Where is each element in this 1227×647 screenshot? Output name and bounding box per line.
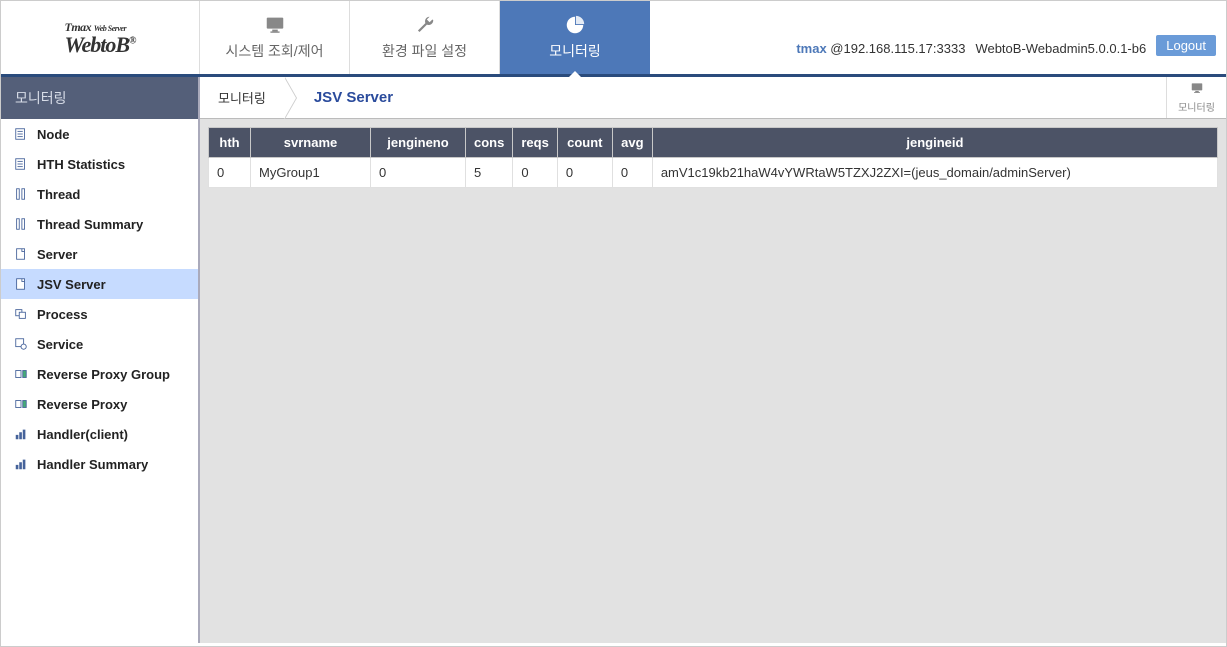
tab-monitoring-label: 모니터링 — [549, 41, 601, 61]
cell-jengineid: amV1c19kb21haW4vYWRtaW5TZXJ2ZXI=(jeus_do… — [652, 158, 1217, 188]
sidebar-item-thread-summary[interactable]: Thread Summary — [1, 209, 198, 239]
chart-icon — [13, 456, 29, 472]
chart-icon — [13, 426, 29, 442]
sidebar-item-label: JSV Server — [37, 277, 106, 292]
page-icon — [13, 276, 29, 292]
table-header-row: hth svrname jengineno cons reqs count av… — [209, 128, 1218, 158]
tab-system-label: 시스템 조회/제어 — [226, 41, 324, 61]
gear-icon — [13, 336, 29, 352]
col-hth: hth — [209, 128, 251, 158]
user-address: @192.168.115.17:3333 — [827, 41, 966, 56]
sidebar-item-node[interactable]: Node — [1, 119, 198, 149]
monitor-icon — [264, 14, 286, 36]
cell-avg: 0 — [612, 158, 652, 188]
main: 모니터링 JSV Server 모니터링 hth svrname jengine… — [200, 77, 1226, 643]
body: 모니터링 Node HTH Statistics Thread Thread S… — [1, 77, 1226, 643]
sidebar-item-reverse-proxy-group[interactable]: Reverse Proxy Group — [1, 359, 198, 389]
threads-icon — [13, 186, 29, 202]
header: Tmax Web Server WebtoB® 시스템 조회/제어 환경 파일 … — [1, 1, 1226, 77]
sidebar-item-label: Service — [37, 337, 83, 352]
sidebar-item-reverse-proxy[interactable]: Reverse Proxy — [1, 389, 198, 419]
sidebar-item-handler-summary[interactable]: Handler Summary — [1, 449, 198, 479]
top-tabs: 시스템 조회/제어 환경 파일 설정 모니터링 — [200, 1, 650, 74]
sidebar: 모니터링 Node HTH Statistics Thread Thread S… — [1, 77, 200, 643]
col-jengineno: jengineno — [371, 128, 466, 158]
stack-icon — [13, 306, 29, 322]
logo: Tmax Web Server WebtoB® — [1, 1, 200, 74]
sidebar-item-thread[interactable]: Thread — [1, 179, 198, 209]
logout-button[interactable]: Logout — [1156, 35, 1216, 56]
breadcrumb: 모니터링 JSV Server 모니터링 — [200, 77, 1226, 119]
cell-reqs: 0 — [513, 158, 557, 188]
sidebar-item-label: Thread Summary — [37, 217, 143, 232]
tab-config[interactable]: 환경 파일 설정 — [350, 1, 500, 74]
data-table: hth svrname jengineno cons reqs count av… — [208, 127, 1218, 188]
col-svrname: svrname — [251, 128, 371, 158]
sidebar-item-process[interactable]: Process — [1, 299, 198, 329]
sidebar-item-label: HTH Statistics — [37, 157, 125, 172]
monitor-icon — [1188, 81, 1206, 98]
doc-icon — [13, 126, 29, 142]
breadcrumb-monitor-label: 모니터링 — [1178, 99, 1215, 114]
sidebar-item-jsv-server[interactable]: JSV Server — [1, 269, 198, 299]
tab-system[interactable]: 시스템 조회/제어 — [200, 1, 350, 74]
proxy-icon — [13, 366, 29, 382]
wrench-icon — [414, 14, 436, 36]
sidebar-item-handler-client[interactable]: Handler(client) — [1, 419, 198, 449]
sidebar-item-label: Handler(client) — [37, 427, 128, 442]
tab-config-label: 환경 파일 설정 — [382, 41, 467, 61]
sidebar-title: 모니터링 — [1, 77, 198, 119]
sidebar-item-label: Node — [37, 127, 70, 142]
table-row[interactable]: 0 MyGroup1 0 5 0 0 0 amV1c19kb21haW4vYWR… — [209, 158, 1218, 188]
cell-hth: 0 — [209, 158, 251, 188]
content: hth svrname jengineno cons reqs count av… — [200, 119, 1226, 643]
sidebar-item-label: Reverse Proxy Group — [37, 367, 170, 382]
col-reqs: reqs — [513, 128, 557, 158]
header-right: tmax @192.168.115.17:3333 WebtoB-Webadmi… — [650, 1, 1226, 74]
sidebar-item-hth[interactable]: HTH Statistics — [1, 149, 198, 179]
cell-cons: 5 — [466, 158, 513, 188]
cell-jengineno: 0 — [371, 158, 466, 188]
sidebar-item-label: Server — [37, 247, 77, 262]
col-avg: avg — [612, 128, 652, 158]
sidebar-item-service[interactable]: Service — [1, 329, 198, 359]
username: tmax — [796, 41, 826, 56]
tab-monitoring[interactable]: 모니터링 — [500, 1, 650, 74]
sidebar-item-server[interactable]: Server — [1, 239, 198, 269]
sidebar-item-label: Reverse Proxy — [37, 397, 127, 412]
page-icon — [13, 246, 29, 262]
piechart-icon — [564, 14, 586, 36]
threads-icon — [13, 216, 29, 232]
col-count: count — [557, 128, 612, 158]
breadcrumb-root[interactable]: 모니터링 — [200, 77, 284, 118]
doc-icon — [13, 156, 29, 172]
sidebar-item-label: Thread — [37, 187, 80, 202]
app-version: WebtoB-Webadmin5.0.0.1-b6 — [975, 41, 1146, 56]
col-jengineid: jengineid — [652, 128, 1217, 158]
breadcrumb-current: JSV Server — [284, 77, 423, 118]
sidebar-item-label: Process — [37, 307, 88, 322]
col-cons: cons — [466, 128, 513, 158]
user-info: tmax @192.168.115.17:3333 — [796, 41, 965, 56]
proxy-icon — [13, 396, 29, 412]
sidebar-item-label: Handler Summary — [37, 457, 148, 472]
breadcrumb-monitor-button[interactable]: 모니터링 — [1166, 77, 1226, 118]
cell-count: 0 — [557, 158, 612, 188]
logo-reg: ® — [129, 36, 135, 47]
cell-svrname: MyGroup1 — [251, 158, 371, 188]
logo-line2: WebtoB — [65, 32, 129, 57]
